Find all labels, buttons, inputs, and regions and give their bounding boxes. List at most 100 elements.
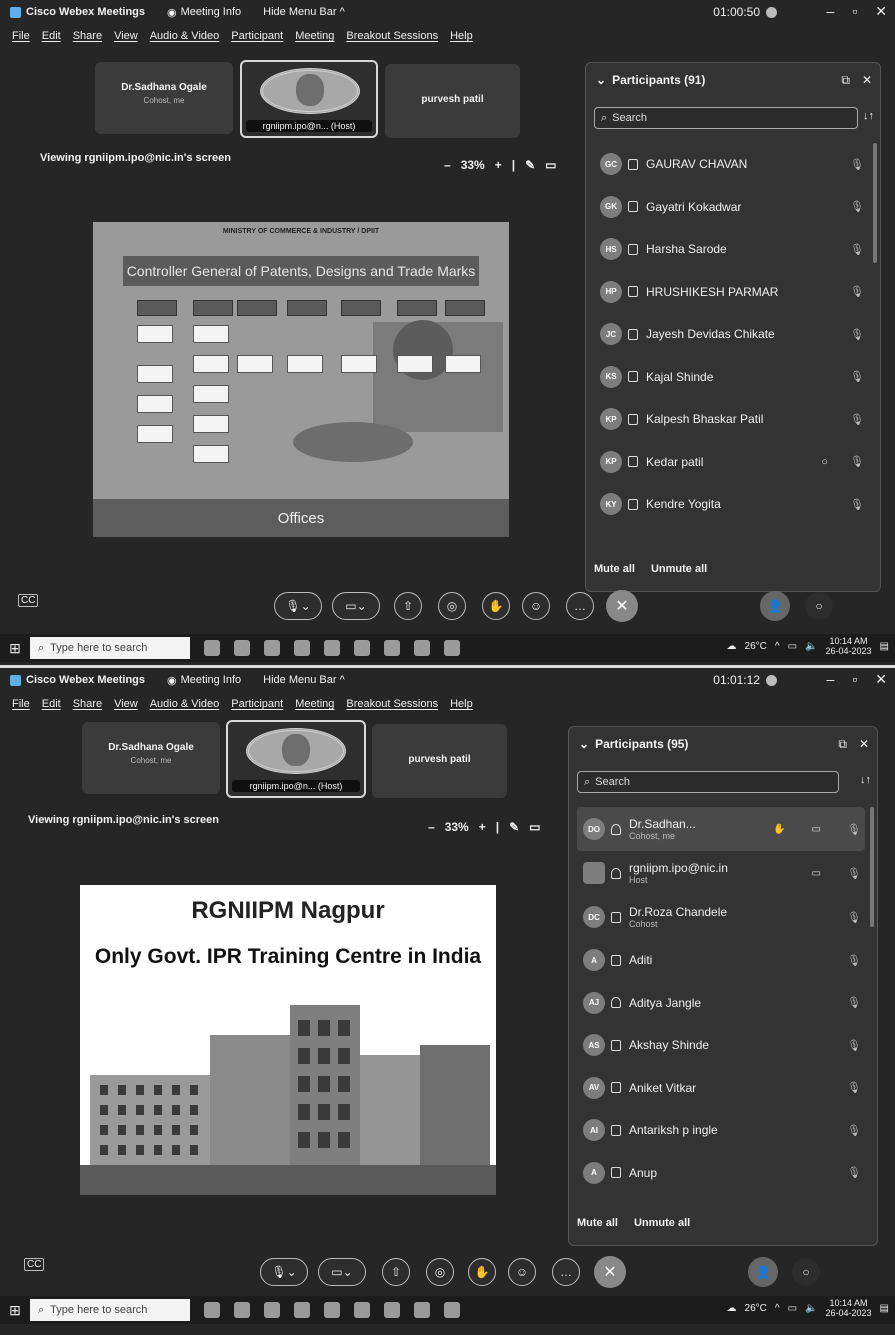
end-meeting-button[interactable]: ✕ — [606, 590, 638, 622]
webex-taskbar-icon[interactable] — [444, 640, 460, 656]
video-tile-participant[interactable]: purvesh patil — [385, 64, 520, 138]
tray-overflow-icon[interactable]: ^ — [775, 641, 780, 652]
menu-audio-video[interactable]: Audio & Video — [150, 698, 220, 710]
participant-row[interactable]: A Aditi 🎙︎ — [577, 939, 865, 982]
file-explorer-icon[interactable] — [264, 1302, 280, 1318]
video-tile-participant[interactable]: purvesh patil — [372, 724, 507, 798]
participant-row[interactable]: A Anup 🎙︎ — [577, 1152, 865, 1195]
mic-muted-icon[interactable]: 🎙︎ — [850, 158, 864, 171]
chevron-down-icon[interactable]: ⌄ — [596, 73, 606, 87]
record-button[interactable]: ◎ — [426, 1258, 454, 1286]
menu-view[interactable]: View — [114, 30, 138, 42]
excel-icon[interactable] — [324, 640, 340, 656]
chat-toggle-button[interactable]: ○ — [792, 1258, 820, 1286]
file-explorer-icon[interactable] — [264, 640, 280, 656]
firefox-icon[interactable] — [384, 640, 400, 656]
chat-icon[interactable]: ○ — [821, 456, 828, 468]
more-options-button[interactable]: … — [566, 592, 594, 620]
chat-toggle-button[interactable]: ○ — [805, 592, 833, 620]
word-icon[interactable] — [294, 1302, 310, 1318]
chevron-down-icon[interactable]: ⌄ — [579, 737, 589, 751]
mic-muted-icon[interactable]: 🎙︎ — [850, 243, 864, 256]
stop-video-button[interactable]: ▭⌄ — [318, 1258, 366, 1286]
participant-row[interactable]: DO Dr.Sadhan... Cohost, me ✋ ▭ 🎙︎ — [577, 807, 865, 851]
taskbar-search-input[interactable]: ⌕ Type here to search — [30, 637, 190, 659]
close-icon[interactable]: ✕ — [875, 671, 887, 688]
weather-temp[interactable]: 26°C — [745, 1303, 767, 1314]
zoom-out-button[interactable]: – — [444, 158, 451, 172]
video-tile-cohost[interactable]: Dr.Sadhana Ogale Cohost, me — [95, 62, 233, 134]
annotate-icon[interactable]: ✎ — [525, 158, 535, 172]
menu-help[interactable]: Help — [450, 30, 473, 42]
mute-button[interactable]: 🎙︎⌄ — [260, 1258, 308, 1286]
annotate-icon[interactable]: ✎ — [509, 820, 519, 834]
participant-row[interactable]: HS Harsha Sarode 🎙︎ — [594, 228, 868, 271]
participant-row[interactable]: HP HRUSHIKESH PARMAR 🎙︎ — [594, 271, 868, 314]
pop-out-icon[interactable]: ⧉ — [841, 73, 850, 88]
hide-menu-bar-button[interactable]: Hide Menu Bar ^ — [263, 674, 345, 686]
meeting-info-button[interactable]: ◉ Meeting Info — [167, 6, 241, 19]
recording-icon[interactable] — [766, 674, 777, 686]
mic-muted-icon[interactable]: 🎙︎ — [850, 413, 864, 426]
menu-edit[interactable]: Edit — [42, 698, 61, 710]
mic-muted-icon[interactable]: 🎙︎ — [847, 954, 861, 967]
weather-icon[interactable]: ☁ — [727, 641, 737, 652]
video-icon[interactable]: ▭ — [812, 868, 821, 879]
participant-row[interactable]: AI Antariksh p ingle 🎙︎ — [577, 1109, 865, 1152]
menu-edit[interactable]: Edit — [42, 30, 61, 42]
participants-header[interactable]: ⌄ Participants (95) — [579, 737, 688, 751]
zoom-in-button[interactable]: + — [495, 158, 502, 172]
word-icon[interactable] — [294, 640, 310, 656]
maximize-icon[interactable]: ▫ — [852, 671, 857, 688]
video-tile-cohost[interactable]: Dr.Sadhana Ogale Cohost, me — [82, 722, 220, 794]
menu-file[interactable]: File — [12, 30, 30, 42]
close-icon[interactable]: ✕ — [862, 73, 872, 88]
task-view-icon[interactable] — [204, 640, 220, 656]
task-view-icon[interactable] — [204, 1302, 220, 1318]
pop-out-icon[interactable]: ▭ — [545, 158, 556, 172]
maximize-icon[interactable]: ▫ — [852, 3, 857, 20]
closed-captions-icon[interactable]: CC — [24, 1258, 45, 1271]
reactions-button[interactable]: ☺ — [508, 1258, 536, 1286]
webex-taskbar-icon[interactable] — [444, 1302, 460, 1318]
reactions-button[interactable]: ☺ — [522, 592, 550, 620]
clock[interactable]: 10:14 AM 26-04-2023 — [826, 636, 872, 657]
menu-help[interactable]: Help — [450, 698, 473, 710]
tray-overflow-icon[interactable]: ^ — [775, 1303, 780, 1314]
menu-participant[interactable]: Participant — [231, 698, 283, 710]
recording-icon[interactable] — [766, 6, 777, 18]
participant-search-input[interactable]: ⌕ Search — [594, 107, 858, 129]
zoom-in-button[interactable]: + — [479, 820, 486, 834]
participants-toggle-button[interactable]: 👤 — [760, 591, 790, 621]
participant-row[interactable]: KY Kendre Yogita 🎙︎ — [594, 483, 868, 526]
excel-icon[interactable] — [324, 1302, 340, 1318]
taskbar-search-input[interactable]: ⌕ Type here to search — [30, 1299, 190, 1321]
participant-row[interactable]: AS Akshay Shinde 🎙︎ — [577, 1024, 865, 1067]
menu-share[interactable]: Share — [73, 30, 102, 42]
participant-row[interactable]: KP Kedar patil ○ 🎙︎ — [594, 441, 868, 484]
video-icon[interactable]: ▭ — [812, 824, 821, 835]
raise-hand-button[interactable]: ✋ — [482, 592, 510, 620]
sort-icon[interactable]: ↓↑ — [863, 110, 874, 122]
menu-share[interactable]: Share — [73, 698, 102, 710]
mute-button[interactable]: 🎙︎⌄ — [274, 592, 322, 620]
participant-row[interactable]: KP Kalpesh Bhaskar Patil 🎙︎ — [594, 398, 868, 441]
mic-muted-icon[interactable]: 🎙︎ — [850, 285, 864, 298]
meeting-info-button[interactable]: ◉ Meeting Info — [167, 674, 241, 687]
mic-muted-icon[interactable]: 🎙︎ — [847, 1081, 861, 1094]
menu-view[interactable]: View — [114, 698, 138, 710]
mic-muted-icon[interactable]: 🎙︎ — [847, 1166, 861, 1179]
participants-header[interactable]: ⌄ Participants (91) — [596, 73, 705, 87]
participant-search-input[interactable]: ⌕ Search — [577, 771, 839, 793]
notifications-icon[interactable]: ▤ — [880, 1303, 889, 1314]
closed-captions-icon[interactable]: CC — [18, 594, 39, 607]
menu-file[interactable]: File — [12, 698, 30, 710]
pop-out-icon[interactable]: ⧉ — [838, 737, 847, 752]
volume-icon[interactable]: 🔈 — [805, 641, 817, 652]
participant-row[interactable]: JC Jayesh Devidas Chikate 🎙︎ — [594, 313, 868, 356]
stop-video-button[interactable]: ▭⌄ — [332, 592, 380, 620]
mic-muted-icon[interactable]: 🎙︎ — [847, 1124, 861, 1137]
close-icon[interactable]: ✕ — [875, 3, 887, 20]
menu-breakout-sessions[interactable]: Breakout Sessions — [346, 698, 438, 710]
clock[interactable]: 10:14 AM 26-04-2023 — [826, 1298, 872, 1319]
